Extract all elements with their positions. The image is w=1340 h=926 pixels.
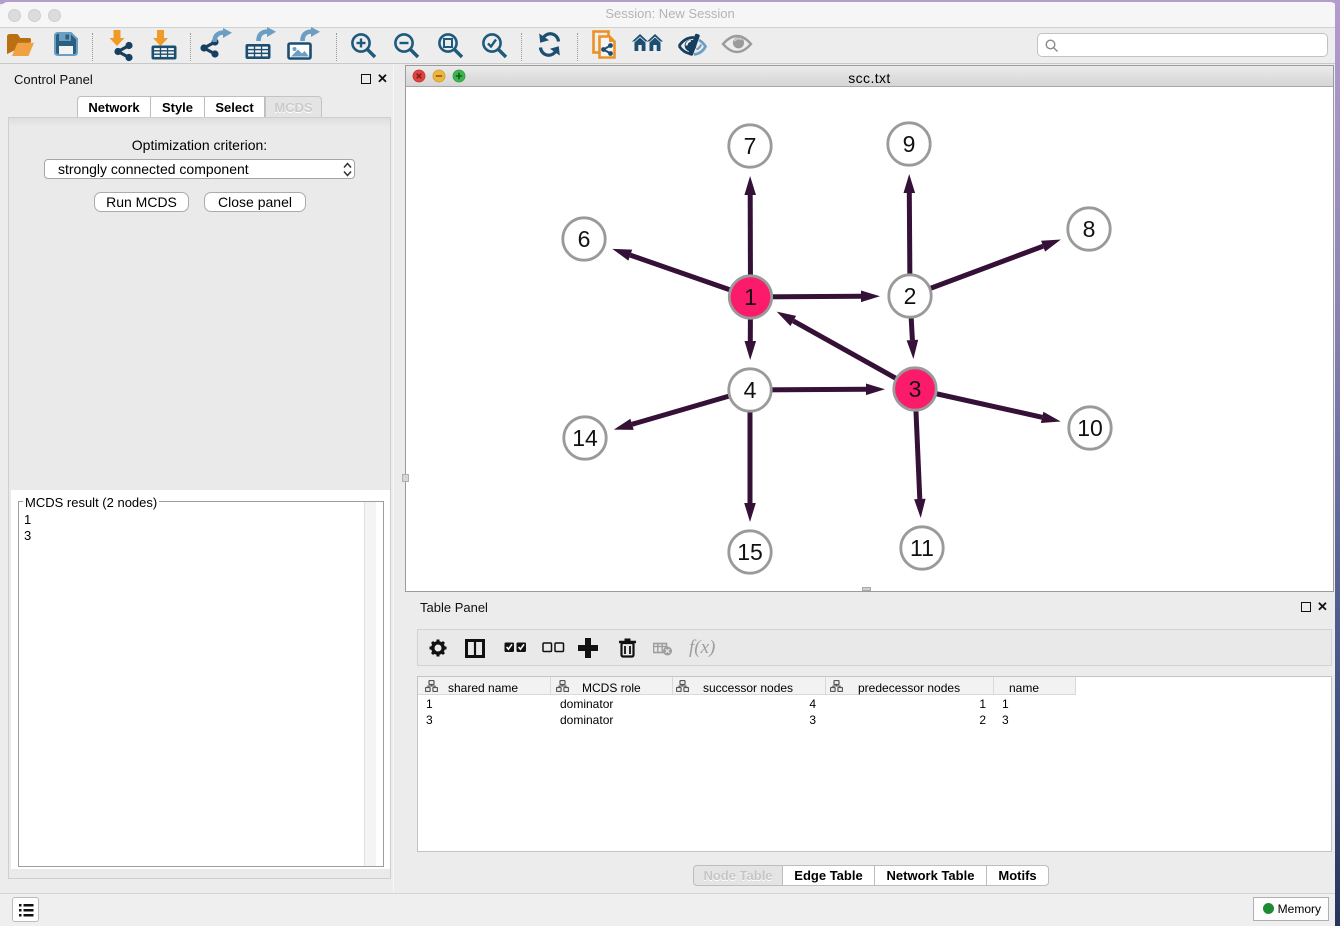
svg-text:2: 2 [904,283,917,309]
svg-text:8: 8 [1083,216,1096,242]
svg-text:f(x): f(x) [689,638,715,658]
svg-text:6: 6 [578,226,591,252]
svg-text:10: 10 [1077,415,1103,441]
svg-text:15: 15 [737,539,763,565]
svg-text:9: 9 [903,131,916,157]
svg-text:7: 7 [744,133,757,159]
svg-text:14: 14 [572,425,598,451]
svg-text:3: 3 [909,376,922,402]
svg-text:1: 1 [744,284,757,310]
svg-text:4: 4 [744,377,757,403]
svg-text:11: 11 [910,535,934,561]
